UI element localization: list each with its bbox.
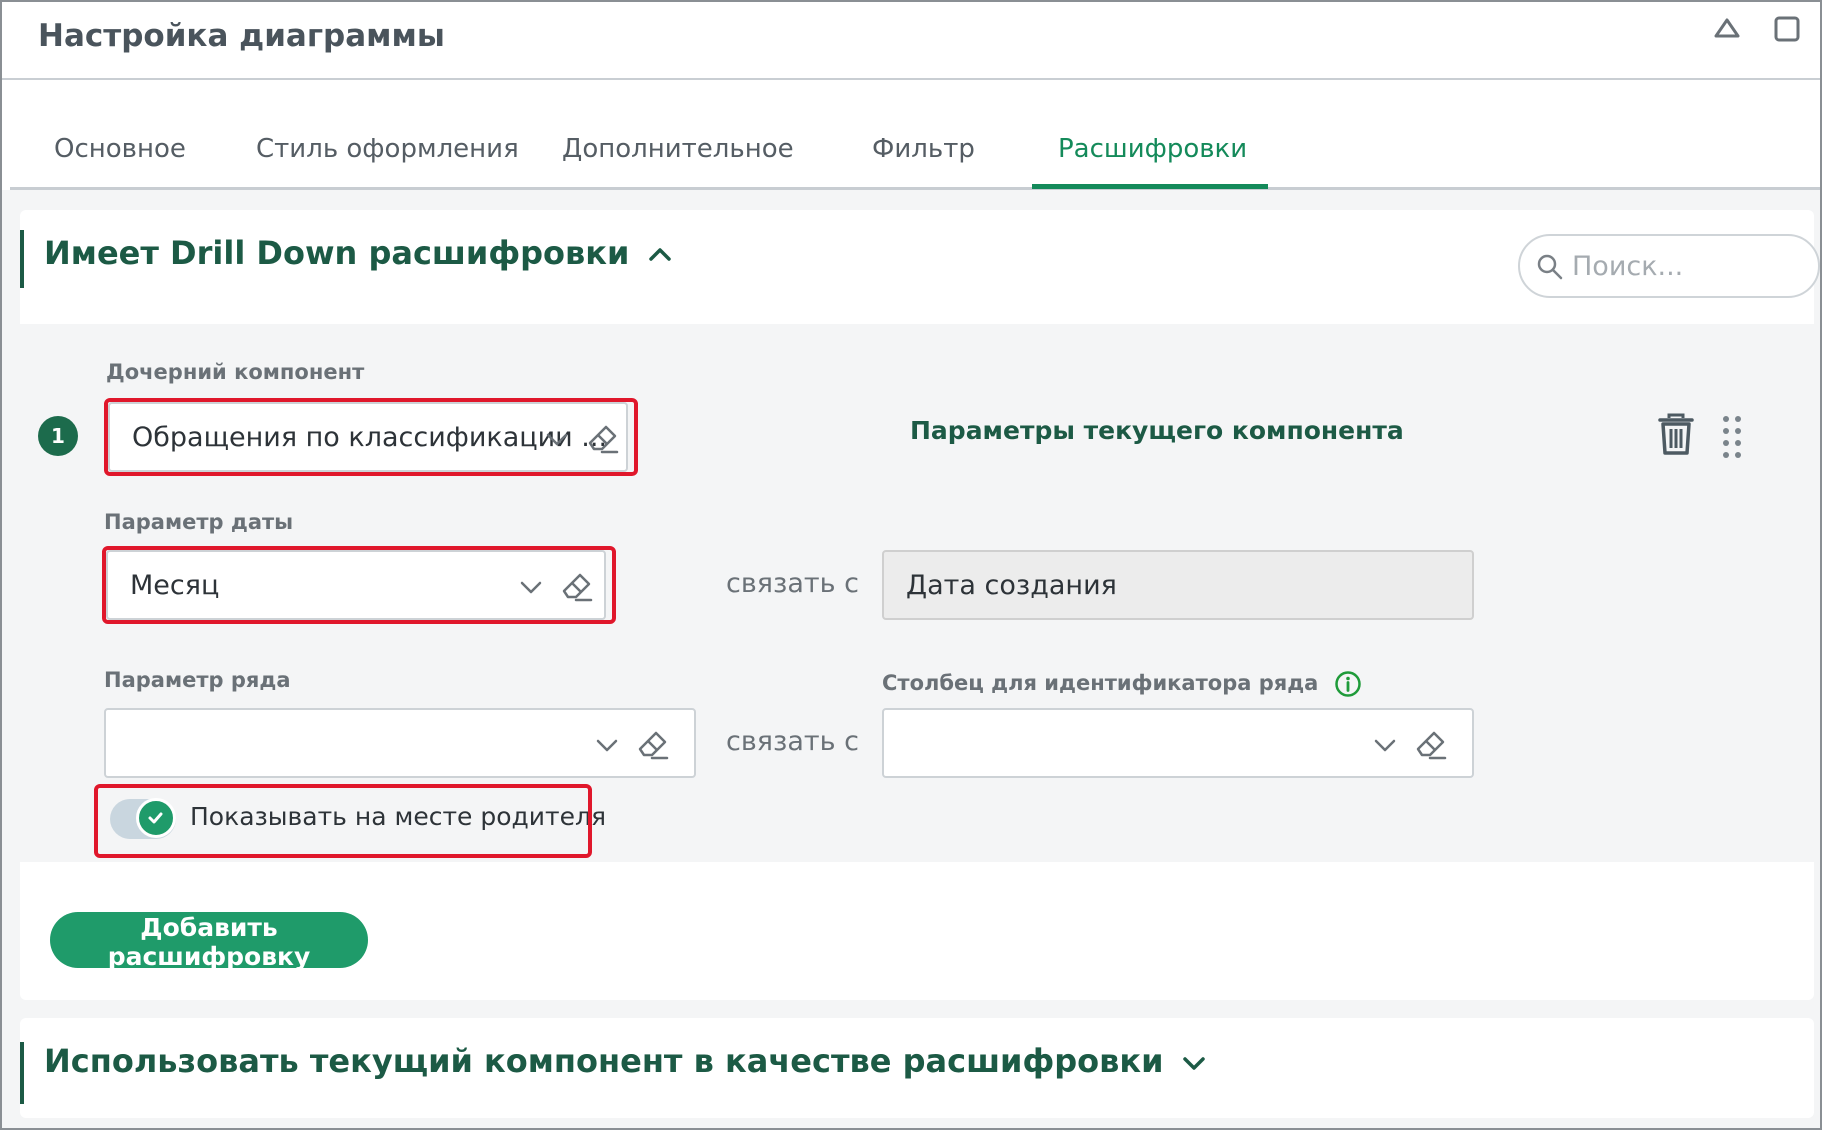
- search-box: [1518, 234, 1820, 298]
- series-id-column-label: Столбец для идентификатора ряда: [882, 670, 1362, 698]
- eraser-icon[interactable]: [634, 725, 672, 763]
- chevron-down-icon: [1182, 1057, 1205, 1070]
- info-icon[interactable]: [1334, 670, 1362, 698]
- tab-style[interactable]: Стиль оформления: [256, 134, 519, 164]
- highlight-frame: [94, 784, 592, 858]
- tabs-divider: [10, 187, 1820, 190]
- drilldown-section-title: Имеет Drill Down расшифровки: [44, 234, 630, 272]
- drilldown-item: Дочерний компонент 1 Обращения по класси…: [20, 324, 1814, 862]
- tab-filter[interactable]: Фильтр: [872, 134, 975, 164]
- child-component-label: Дочерний компонент: [106, 360, 365, 384]
- tab-additional[interactable]: Дополнительное: [562, 134, 794, 164]
- date-param-label: Параметр даты: [104, 510, 294, 534]
- chevron-down-icon[interactable]: [1372, 732, 1398, 758]
- chevron-down-icon[interactable]: [594, 732, 620, 758]
- link-with-label: связать с: [726, 726, 859, 757]
- highlight-frame: [104, 398, 638, 476]
- collapse-icon[interactable]: [1712, 14, 1742, 44]
- section-accent-bar: [20, 230, 24, 288]
- item-number-badge: 1: [38, 416, 78, 456]
- use-as-drilldown-header[interactable]: Использовать текущий компонент в качеств…: [44, 1042, 1207, 1080]
- chart-settings-window: Настройка диаграммы Основное Стиль оформ…: [0, 0, 1822, 1130]
- use-as-drilldown-title: Использовать текущий компонент в качеств…: [44, 1042, 1164, 1080]
- tab-bar: Основное Стиль оформления Дополнительное…: [2, 80, 1820, 190]
- date-link-value: Дата создания: [906, 570, 1117, 601]
- eraser-icon[interactable]: [1412, 725, 1450, 763]
- use-as-drilldown-panel: Использовать текущий компонент в качеств…: [20, 1018, 1814, 1118]
- chevron-up-icon: [648, 248, 671, 261]
- section-accent-bar: [20, 1042, 24, 1104]
- series-param-label: Параметр ряда: [104, 668, 291, 692]
- drilldown-panel: Имеет Drill Down расшифровки Дочерний ко…: [20, 210, 1820, 1000]
- drilldown-section-header[interactable]: Имеет Drill Down расшифровки: [44, 234, 673, 272]
- window-title: Настройка диаграммы: [38, 18, 445, 54]
- series-id-column-label-text: Столбец для идентификатора ряда: [882, 671, 1319, 695]
- date-link-field: Дата создания: [882, 550, 1474, 620]
- link-with-label: связать с: [726, 568, 859, 599]
- title-bar: Настройка диаграммы: [2, 2, 1820, 80]
- search-input[interactable]: [1570, 244, 1810, 288]
- active-tab-indicator: [1032, 184, 1268, 189]
- trash-icon[interactable]: [1656, 412, 1696, 456]
- highlight-frame: [102, 546, 616, 624]
- drag-handle-icon[interactable]: [1720, 414, 1744, 458]
- add-drilldown-button[interactable]: Добавить расшифровку: [50, 912, 368, 971]
- tab-drilldowns[interactable]: Расшифровки: [1058, 134, 1247, 164]
- current-params-label: Параметры текущего компонента: [910, 416, 1404, 445]
- tab-main[interactable]: Основное: [54, 134, 186, 164]
- series-id-column-select[interactable]: [882, 708, 1474, 778]
- series-param-select[interactable]: [104, 708, 696, 778]
- search-icon: [1537, 254, 1563, 280]
- maximize-icon[interactable]: [1772, 14, 1802, 44]
